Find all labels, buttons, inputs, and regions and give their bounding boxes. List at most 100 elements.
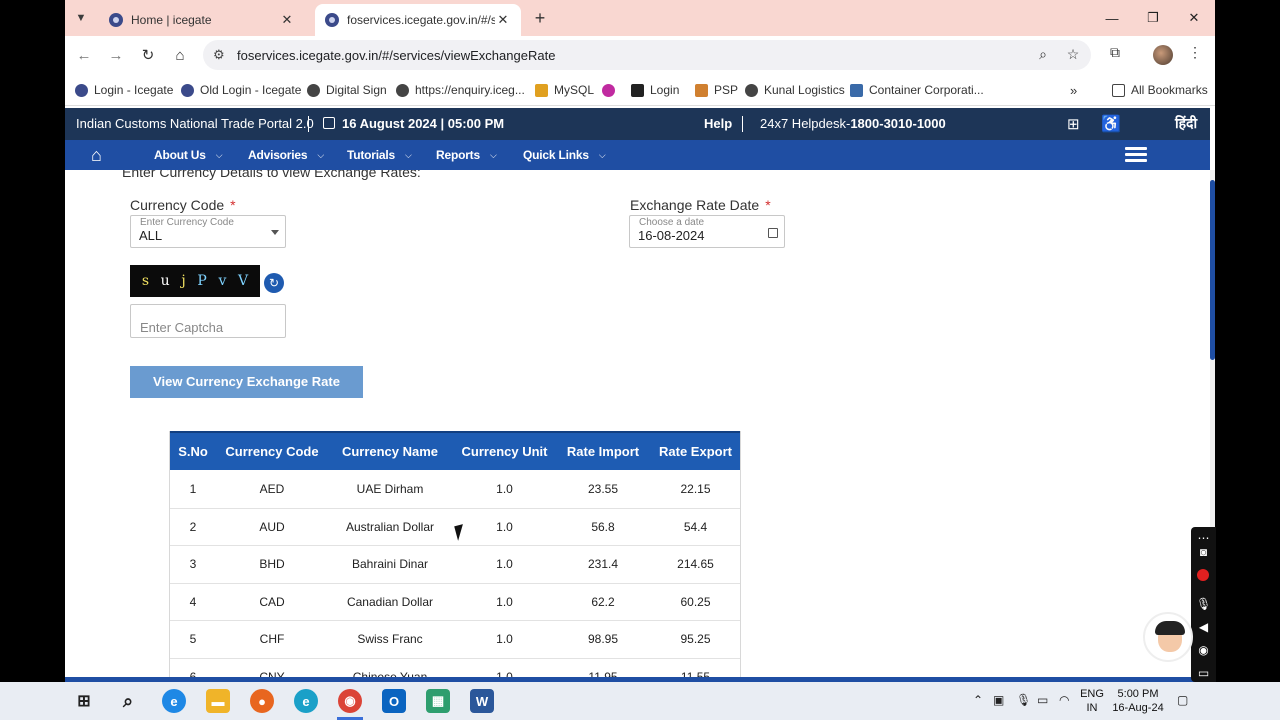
tab-foservices[interactable]: foservices.icegate.gov.in/#/serv ✕ xyxy=(315,4,521,36)
forward-icon[interactable]: → xyxy=(105,44,127,66)
bookmark-item[interactable]: Container Corporati... xyxy=(850,81,984,99)
more-menu-icon[interactable]: ⋮ xyxy=(1184,44,1206,66)
extensions-icon[interactable]: ⧉ xyxy=(1104,44,1126,66)
globe-icon xyxy=(307,83,320,97)
camera-icon[interactable]: ◙ xyxy=(1196,545,1211,560)
close-tab-icon[interactable]: ✕ xyxy=(495,12,511,28)
back-icon[interactable]: ← xyxy=(73,44,95,66)
hamburger-menu-icon[interactable] xyxy=(1125,147,1147,163)
field-hint: Enter Currency Code xyxy=(140,217,234,228)
address-bar[interactable]: ⚙ foservices.icegate.gov.in/#/services/v… xyxy=(203,40,1091,70)
bookmark-item[interactable]: https://enquiry.iceg... xyxy=(396,81,525,99)
notifications-icon[interactable]: ▢ xyxy=(1177,693,1188,707)
bookmark-item[interactable]: Old Login - Icegate xyxy=(181,81,301,99)
word-icon[interactable]: W xyxy=(470,689,494,713)
bookmark-item[interactable]: PSP xyxy=(695,81,738,99)
bookmark-label: Old Login - Icegate xyxy=(200,83,302,97)
all-bookmarks[interactable]: All Bookmarks xyxy=(1112,81,1208,99)
zoom-icon[interactable]: ⌕ xyxy=(1033,46,1053,66)
calendar-icon[interactable] xyxy=(768,228,778,238)
search-icon[interactable]: ⌕ xyxy=(116,689,140,713)
captcha-input[interactable]: Enter Captcha xyxy=(130,304,286,338)
concor-icon xyxy=(850,83,863,97)
language-toggle[interactable]: हिंदी xyxy=(1175,114,1197,133)
tab-search-icon[interactable]: ▼ xyxy=(69,6,93,30)
psp-icon xyxy=(695,83,708,97)
chevron-down-icon: ⌵ xyxy=(317,149,324,160)
outlook-icon[interactable]: O xyxy=(382,689,406,713)
main-content: Enter Currency Details to view Exchange … xyxy=(65,170,1210,682)
edge-icon[interactable]: e xyxy=(294,689,318,713)
bookmark-item[interactable]: Kunal Logistics xyxy=(745,81,845,99)
menu-advisories[interactable]: Advisories ⌵ xyxy=(248,148,324,162)
table-row: 1 AED UAE Dirham 1.0 23.55 22.15 xyxy=(169,470,741,509)
scrollbar-thumb[interactable] xyxy=(1210,180,1215,360)
show-hidden-icons[interactable]: ⌃ xyxy=(973,693,983,707)
whiteboard-icon[interactable]: ▭ xyxy=(1196,666,1211,681)
close-tab-icon[interactable]: ✕ xyxy=(279,12,295,28)
language-indicator[interactable]: ENG IN xyxy=(1076,687,1108,715)
chevron-down-icon: ⌵ xyxy=(598,149,606,160)
accessibility-icon[interactable]: ♿ xyxy=(1101,114,1121,134)
table-cell: 4 xyxy=(169,583,217,621)
menu-reports[interactable]: Reports ⌵ xyxy=(436,148,497,162)
table-cell: Australian Dollar xyxy=(327,508,453,546)
bookmark-item[interactable]: Login xyxy=(631,81,679,99)
column-header: Currency Code xyxy=(217,431,327,470)
menu-about-us[interactable]: About Us ⌵ xyxy=(154,148,223,162)
file-explorer-icon[interactable]: ▬ xyxy=(206,689,230,713)
exchange-date-label: Exchange Rate Date * xyxy=(630,197,771,213)
clock[interactable]: 5:00 PM 16-Aug-24 xyxy=(1108,687,1168,715)
wifi-icon[interactable]: ◠ xyxy=(1059,693,1069,707)
bookmark-star-icon[interactable]: ☆ xyxy=(1063,46,1083,66)
globe-icon xyxy=(745,83,758,97)
close-window-icon[interactable]: ✕ xyxy=(1173,0,1215,36)
minimize-icon[interactable]: — xyxy=(1091,0,1133,36)
help-link[interactable]: Help xyxy=(704,116,732,131)
helpdesk-prefix: 24x7 Helpdesk- xyxy=(760,116,851,131)
chevron-down-icon: ⌵ xyxy=(489,149,497,160)
app-grid-icon[interactable]: ▦ xyxy=(426,689,450,713)
battery-icon[interactable]: ▭ xyxy=(1037,693,1048,707)
table-row: 4 CAD Canadian Dollar 1.0 62.2 60.25 xyxy=(169,583,741,621)
internet-explorer-icon[interactable]: e xyxy=(162,689,186,713)
table-cell: 1 xyxy=(169,470,217,509)
microphone-icon[interactable]: 🎙 xyxy=(1196,597,1211,612)
tab-home-icegate[interactable]: Home | icegate ✕ xyxy=(99,4,305,36)
label-text: Exchange Rate Date xyxy=(630,197,760,213)
record-icon[interactable] xyxy=(1197,569,1209,581)
table-row: 5 CHF Swiss Franc 1.0 98.95 95.25 xyxy=(169,620,741,659)
exchange-date-picker[interactable]: Choose a date 16-08-2024 xyxy=(629,215,785,248)
chrome-icon[interactable]: ◉ xyxy=(338,689,362,713)
currency-code-select[interactable]: Enter Currency Code ALL xyxy=(130,215,286,248)
bookmark-item[interactable] xyxy=(602,81,621,99)
menu-quick-links[interactable]: Quick Links ⌵ xyxy=(523,148,606,162)
required-marker: * xyxy=(230,197,236,213)
sitemap-icon[interactable]: ⊞ xyxy=(1067,115,1080,133)
speaker-icon[interactable]: ◀ xyxy=(1196,620,1211,635)
bookmarks-overflow-icon[interactable]: » xyxy=(1070,81,1077,99)
currency-code-label: Currency Code * xyxy=(130,197,236,213)
new-tab-icon[interactable]: + xyxy=(529,7,551,29)
more-icon[interactable]: ⋯ xyxy=(1196,531,1211,546)
microphone-tray-icon[interactable]: 🎙 xyxy=(1016,693,1031,707)
table-cell: 22.15 xyxy=(650,470,741,509)
bookmark-item[interactable]: Digital Sign xyxy=(307,81,387,99)
view-exchange-rate-button[interactable]: View Currency Exchange Rate xyxy=(130,366,363,398)
profile-avatar[interactable] xyxy=(1153,45,1173,65)
meet-now-icon[interactable]: ▣ xyxy=(993,693,1004,707)
firefox-icon[interactable]: ● xyxy=(250,689,274,713)
bookmark-item[interactable]: MySQL xyxy=(535,81,594,99)
refresh-captcha-icon[interactable]: ↻ xyxy=(264,273,284,293)
bookmark-item[interactable]: Login - Icegate xyxy=(75,81,173,99)
windows-start-icon[interactable]: ⊞ xyxy=(72,689,96,713)
home-nav-icon[interactable]: ⌂ xyxy=(91,145,102,166)
home-icon[interactable]: ⌂ xyxy=(169,44,191,66)
menu-tutorials[interactable]: Tutorials ⌵ xyxy=(347,148,412,162)
reload-icon[interactable]: ↻ xyxy=(137,44,159,66)
site-info-icon[interactable]: ⚙ xyxy=(213,47,225,63)
table-cell: 95.25 xyxy=(650,620,741,659)
restore-icon[interactable]: ❐ xyxy=(1132,0,1174,36)
webcam-icon[interactable]: ◉ xyxy=(1196,643,1211,658)
tab-strip: ▼ Home | icegate ✕ foservices.icegate.go… xyxy=(65,0,1215,36)
